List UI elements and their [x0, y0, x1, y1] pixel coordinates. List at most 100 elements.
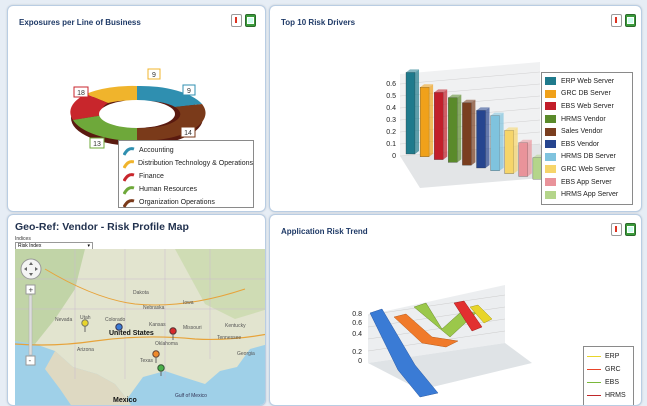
map-label-kentucky: Kentucky: [225, 323, 246, 329]
legend-label: GRC Web Server: [561, 165, 616, 173]
map-label-georgia: Georgia: [237, 351, 255, 357]
map-label-nebraska: Nebraska: [143, 305, 165, 311]
y-tick-1: 0.2: [352, 349, 362, 356]
svg-text:-: -: [29, 356, 32, 365]
map-label-texas: Texas: [140, 358, 154, 364]
legend-item-accounting: Accounting: [139, 147, 174, 154]
legend-item: ERP Web Server: [545, 75, 632, 88]
legend-label: ERP Web Server: [561, 77, 615, 85]
bar-front: [405, 72, 416, 155]
bar-ebs-app-server: [518, 139, 532, 177]
map-label-nevada: Nevada: [55, 317, 72, 323]
slice-value-org: 14: [184, 130, 192, 137]
legend-item: GRC DB Server: [545, 88, 632, 101]
legend-item-distribution: Distribution Technology & Operations: [137, 160, 253, 167]
donut-legend: Accounting Distribution Technology & Ope…: [118, 140, 254, 208]
slice-value-hr: 13: [93, 141, 101, 148]
legend-item: HRMS DB Server: [545, 151, 632, 164]
map-label-iowa: Iowa: [183, 300, 194, 306]
bar-legend: ERP Web Server GRC DB Server EBS Web Serve…: [541, 72, 633, 205]
geo-map-panel: Geo-Ref: Vendor - Risk Profile Map Indic…: [7, 214, 266, 406]
legend-label: EBS Vendor: [561, 140, 600, 148]
svg-text:+: +: [29, 286, 34, 295]
donut-hole: [99, 100, 175, 128]
legend-swatch: [545, 140, 556, 149]
bar-front: [476, 110, 486, 169]
legend-item: HRMS Vendor: [545, 113, 632, 126]
legend-item-finance: Finance: [139, 173, 164, 180]
map-canvas: United States Mexico Dakota Iowa Kansas …: [15, 249, 265, 405]
legend-item: Sales Vendor: [545, 125, 632, 138]
legend-ebs: EBS: [605, 379, 620, 386]
map-label-arizona: Arizona: [77, 347, 94, 353]
bar-front: [419, 87, 430, 157]
legend-label: EBS App Server: [561, 178, 612, 186]
legend-item: EBS App Server: [545, 176, 632, 189]
trend-legend: ERP GRC EBS HRMS: [583, 346, 634, 405]
export-excel-icon[interactable]: [625, 14, 636, 27]
legend-swatch: [545, 178, 556, 187]
bar-side: [471, 99, 476, 166]
export-pdf-icon[interactable]: [611, 14, 622, 27]
legend-label: HRMS DB Server: [561, 153, 616, 161]
map-label-mexico: Mexico: [113, 397, 137, 404]
bar-grc-db-server: [419, 84, 434, 157]
map-label-colorado: Colorado: [105, 317, 126, 323]
legend-label: GRC DB Server: [561, 90, 611, 98]
y-tick-label: 0.5: [386, 93, 396, 100]
vendor-pin-green[interactable]: [157, 364, 165, 376]
y-tick-0: 0: [358, 358, 362, 365]
legend-swatch: [545, 152, 556, 161]
vendor-map[interactable]: United States Mexico Dakota Iowa Kansas …: [15, 249, 265, 405]
bar-grc-web-server: [504, 127, 518, 174]
legend-label: HRMS App Server: [561, 191, 619, 199]
map-label-us: United States: [109, 330, 154, 337]
legend-item-org: Organization Operations: [139, 199, 215, 206]
y-tick-label: 0.3: [386, 117, 396, 124]
legend-erp: ERP: [605, 353, 620, 360]
bar-front: [434, 92, 444, 160]
bar-side: [513, 127, 518, 174]
legend-label: Sales Vendor: [561, 128, 603, 136]
legend-swatch: [545, 190, 556, 199]
legend-grc: GRC: [605, 366, 621, 373]
map-label-tennessee: Tennessee: [217, 335, 241, 341]
legend-swatch: [545, 77, 556, 86]
slice-value-accounting: 9: [187, 88, 191, 95]
y-tick-label: 0.2: [386, 129, 396, 136]
y-tick-label: 0.1: [386, 141, 396, 148]
legend-item: HRMS App Server: [545, 188, 632, 201]
map-label-kansas: Kansas: [149, 322, 166, 328]
pan-control[interactable]: [20, 258, 42, 280]
legend-swatch: [545, 127, 556, 136]
legend-swatch: [545, 115, 556, 124]
legend-item: EBS Web Server: [545, 100, 632, 113]
bar-side: [429, 84, 434, 157]
bar-side: [527, 139, 532, 177]
risk-trend-panel: Application Risk Trend 0 0.2 0.4 0.6 0.8…: [269, 214, 642, 406]
y-tick-label: 0.4: [386, 105, 396, 112]
bar-front: [518, 142, 528, 177]
bar-front: [490, 115, 500, 171]
y-tick-3: 0.6: [352, 320, 362, 327]
legend-label: HRMS Vendor: [561, 115, 606, 123]
bar-side: [499, 112, 504, 171]
y-tick-label: 0: [392, 153, 396, 160]
risk-drivers-panel: Top 10 Risk Drivers 0 0.1 0.2 0.3 0.4 0.5 0.6 …: [269, 5, 642, 212]
bar-front: [448, 97, 458, 163]
legend-item: EBS Vendor: [545, 138, 632, 151]
legend-swatch: [545, 89, 556, 98]
y-tick-label: 0.6: [386, 81, 396, 88]
exposures-panel: Exposures per Line of Business 9 9 18 14…: [7, 5, 266, 212]
y-tick-4: 0.8: [352, 311, 362, 318]
legend-swatch: [545, 165, 556, 174]
legend-hrms: HRMS: [605, 392, 626, 399]
bar-side: [457, 94, 462, 163]
bar-front: [462, 102, 472, 166]
slice-value-distribution: 9: [152, 72, 156, 79]
bar-side: [415, 69, 419, 154]
panel-title: Geo-Ref: Vendor - Risk Profile Map: [15, 221, 189, 233]
slice-value-finance: 18: [77, 90, 85, 97]
bar-hrms-db-server: [490, 112, 504, 171]
map-label-missouri: Missouri: [183, 325, 202, 331]
